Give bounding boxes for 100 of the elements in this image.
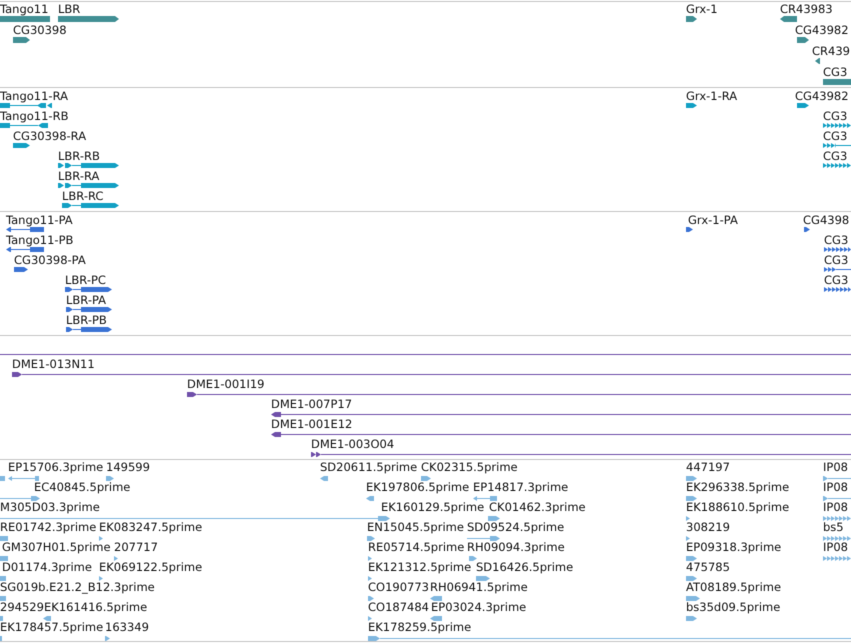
clone-feature[interactable] xyxy=(0,352,851,356)
est-feature[interactable] xyxy=(823,476,851,480)
polypeptide-feature[interactable] xyxy=(14,266,28,272)
feature-label: EK197806.5prime xyxy=(366,480,470,494)
est-feature[interactable] xyxy=(320,476,328,480)
feature-label: bs5 xyxy=(823,520,844,534)
est-feature[interactable] xyxy=(0,596,6,600)
feature-label: CK02315.5prime xyxy=(421,460,518,474)
est-feature[interactable] xyxy=(823,496,851,500)
gene-feature[interactable] xyxy=(686,16,697,22)
feature-label: EP09318.3prime xyxy=(686,540,782,554)
est-feature[interactable] xyxy=(0,576,6,580)
est-feature[interactable] xyxy=(378,516,390,520)
est-feature[interactable] xyxy=(421,476,431,480)
transcript-feature[interactable] xyxy=(58,162,119,168)
est-feature[interactable] xyxy=(368,576,372,580)
gene-feature[interactable] xyxy=(797,37,809,43)
est-feature[interactable] xyxy=(0,536,8,540)
est-feature[interactable] xyxy=(686,496,697,500)
feature-label: Tango11-PA xyxy=(6,213,73,227)
est-feature[interactable] xyxy=(823,516,851,520)
polypeptide-feature[interactable] xyxy=(6,226,44,232)
gene-feature[interactable] xyxy=(780,16,797,22)
clone-feature[interactable] xyxy=(311,452,851,456)
clone-feature[interactable] xyxy=(271,432,851,436)
est-feature[interactable] xyxy=(823,556,851,560)
transcript-feature[interactable] xyxy=(13,142,30,148)
polypeptide-feature[interactable] xyxy=(686,226,693,232)
polypeptide-feature[interactable] xyxy=(824,286,851,292)
polypeptide-feature[interactable] xyxy=(824,266,851,272)
polypeptide-feature[interactable] xyxy=(66,326,112,332)
polypeptide-feature[interactable] xyxy=(6,246,44,252)
gene-feature[interactable] xyxy=(58,16,119,22)
est-feature[interactable] xyxy=(99,536,103,540)
feature-label: 149599 xyxy=(106,460,150,474)
transcript-feature[interactable] xyxy=(797,102,809,108)
feature-label: LBR xyxy=(58,2,80,16)
est-feature[interactable] xyxy=(99,576,103,580)
est-feature[interactable] xyxy=(0,496,40,500)
transcript-feature[interactable] xyxy=(62,202,119,208)
feature-label: bs35d09.5prime xyxy=(686,600,780,614)
feature-label: Tango11-RA xyxy=(0,89,68,103)
est-feature[interactable] xyxy=(686,476,697,480)
gene-feature[interactable] xyxy=(13,37,30,43)
polypeptide-feature[interactable] xyxy=(824,246,851,252)
est-feature[interactable] xyxy=(686,576,697,580)
transcript-feature[interactable] xyxy=(823,162,851,168)
feature-label: DME1-013N11 xyxy=(12,357,95,371)
feature-label: CG30398-PA xyxy=(14,253,86,267)
est-feature[interactable] xyxy=(476,576,490,580)
feature-label: CG30398 xyxy=(13,23,67,37)
est-feature[interactable] xyxy=(469,556,477,560)
feature-label: DME1-001E12 xyxy=(271,417,352,431)
gene-feature[interactable] xyxy=(815,58,820,64)
est-feature[interactable] xyxy=(106,476,114,480)
est-feature[interactable] xyxy=(367,536,375,540)
est-feature[interactable] xyxy=(686,516,690,520)
feature-label: 207717 xyxy=(114,540,158,554)
est-feature[interactable] xyxy=(430,596,442,600)
est-feature[interactable] xyxy=(368,556,372,560)
est-feature[interactable] xyxy=(430,616,442,620)
feature-label: RE05714.5prime xyxy=(368,540,464,554)
est-feature[interactable] xyxy=(0,476,39,480)
est-feature[interactable] xyxy=(114,556,118,560)
feature-label: SD09524.5prime xyxy=(467,520,564,534)
transcript-feature[interactable] xyxy=(686,102,697,108)
transcript-feature[interactable] xyxy=(58,182,119,188)
est-feature[interactable] xyxy=(0,616,3,620)
transcript-feature[interactable] xyxy=(0,122,48,128)
est-feature[interactable] xyxy=(43,616,51,620)
est-feature[interactable] xyxy=(686,536,690,540)
est-feature[interactable] xyxy=(823,536,851,540)
feature-label: EK296338.5prime xyxy=(686,480,790,494)
clone-feature[interactable] xyxy=(271,412,851,416)
est-feature[interactable] xyxy=(686,616,697,620)
clone-feature[interactable] xyxy=(187,392,851,396)
transcript-feature[interactable] xyxy=(0,102,52,108)
est-feature[interactable] xyxy=(686,556,697,560)
feature-label: EP14817.3prime xyxy=(473,480,568,494)
feature-label: 163349 xyxy=(105,620,149,634)
feature-label: EP15706.3prime xyxy=(8,460,104,474)
polypeptide-feature[interactable] xyxy=(804,226,810,232)
est-feature[interactable] xyxy=(366,496,374,500)
est-feature[interactable] xyxy=(467,536,500,540)
est-feature[interactable] xyxy=(0,556,8,560)
est-feature[interactable] xyxy=(368,596,374,600)
est-feature[interactable] xyxy=(473,496,497,500)
transcript-feature[interactable] xyxy=(823,122,851,128)
feature-label: AT08189.5prime xyxy=(686,580,782,594)
polypeptide-feature[interactable] xyxy=(66,306,112,312)
est-feature[interactable] xyxy=(368,616,372,620)
est-feature[interactable] xyxy=(686,596,700,600)
est-feature[interactable] xyxy=(368,636,851,640)
clone-feature[interactable] xyxy=(12,372,851,376)
feature-label: 308219 xyxy=(686,520,730,534)
est-feature[interactable] xyxy=(488,516,500,520)
transcript-feature[interactable] xyxy=(823,142,851,148)
est-feature[interactable] xyxy=(105,636,110,640)
feature-label: Tango11 xyxy=(0,2,48,16)
polypeptide-feature[interactable] xyxy=(65,286,112,292)
